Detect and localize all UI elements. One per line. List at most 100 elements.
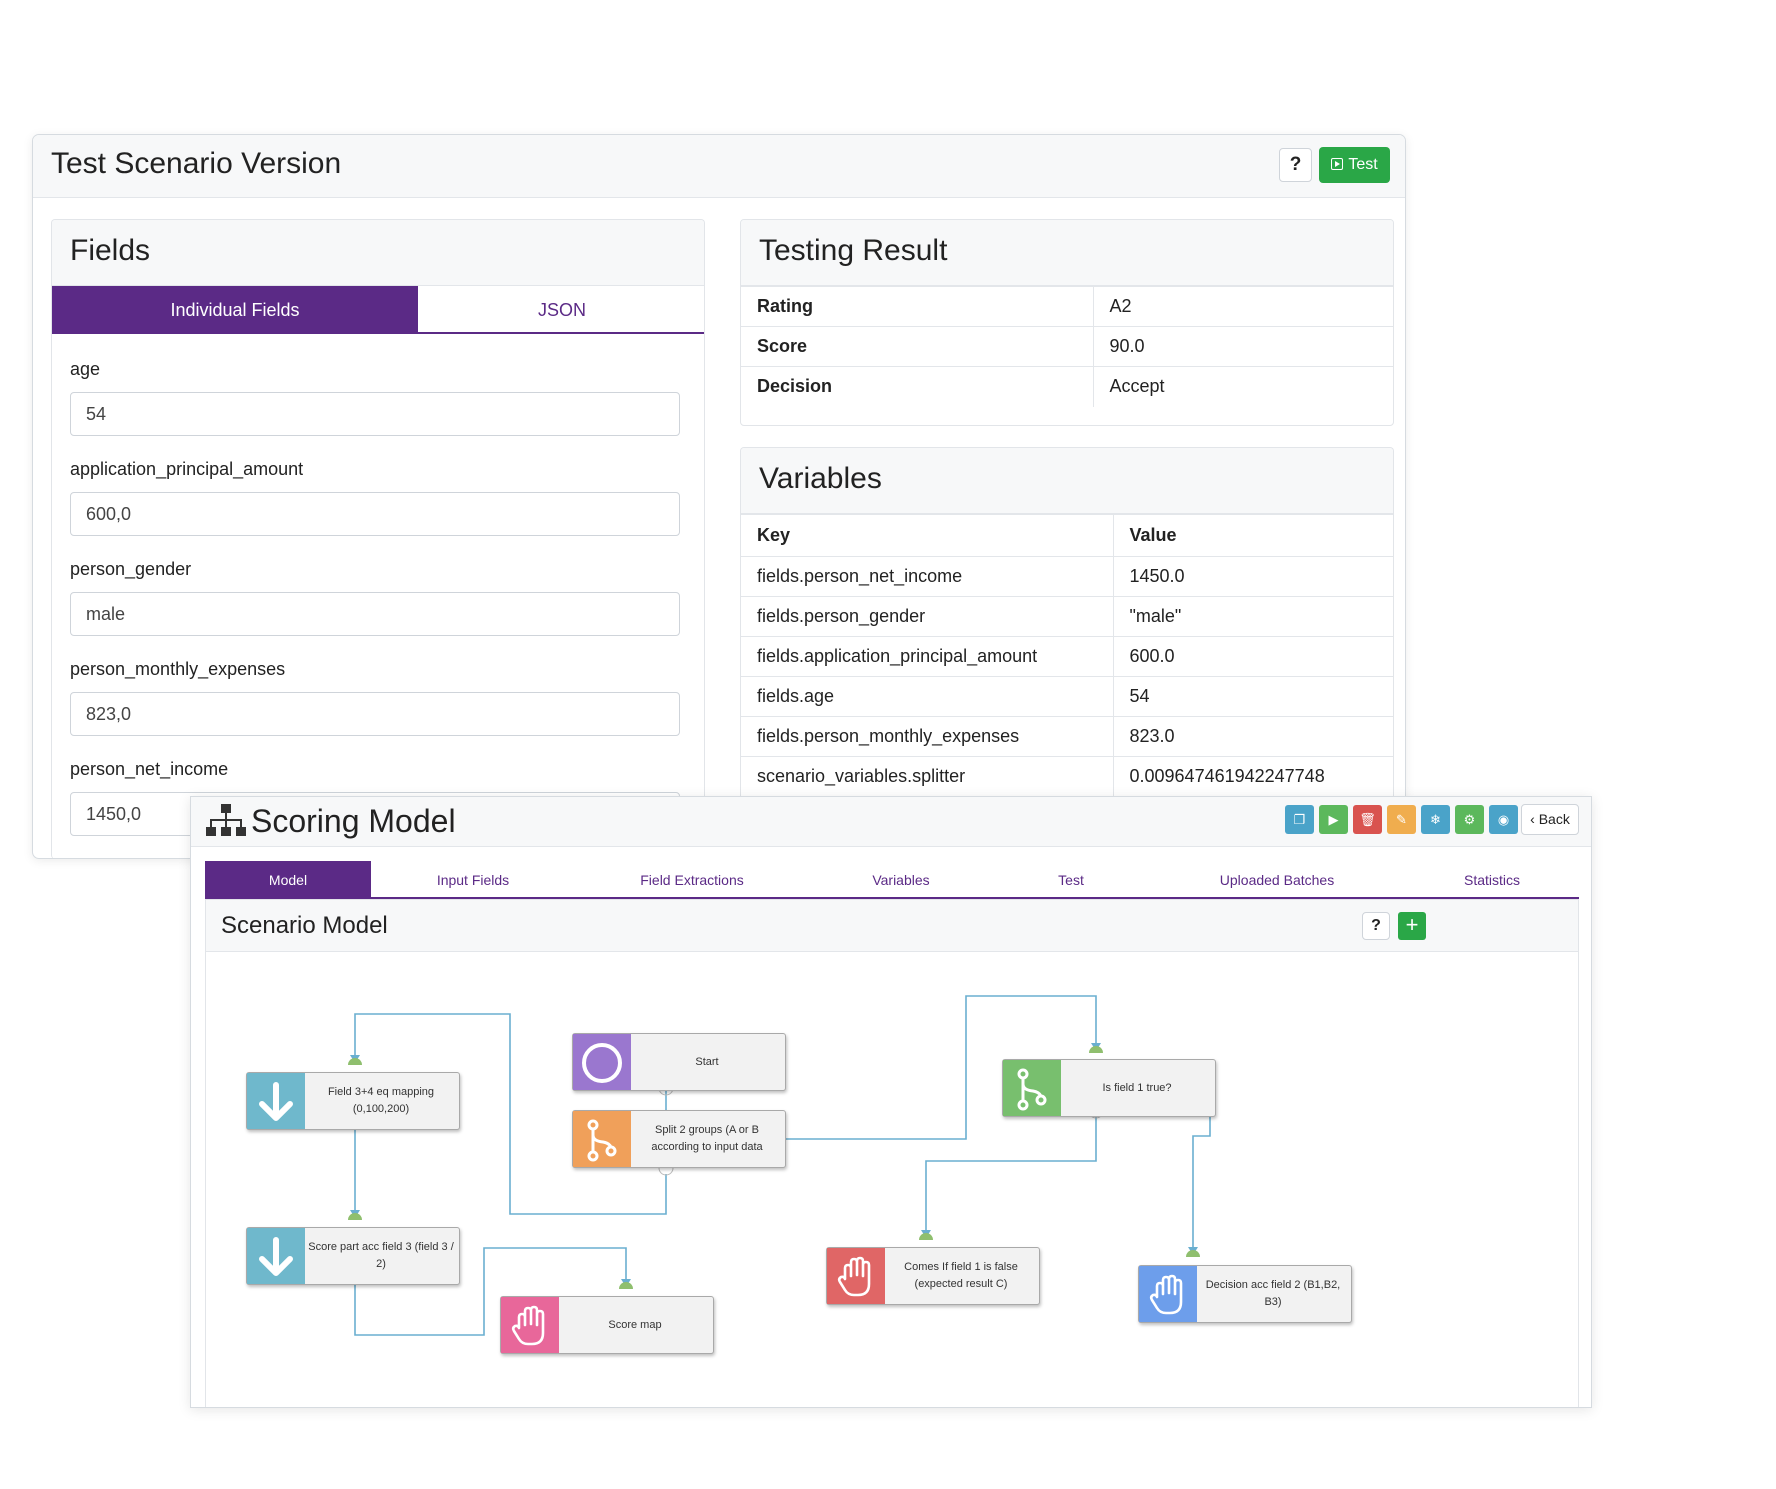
scoring-model-header: Scoring Model ❐ ▶ 🗑︎ ✎ ❄ ⚙ ◉ ‹ Back: [191, 797, 1591, 847]
variable-key: fields.person_gender: [741, 596, 1113, 637]
variable-value: 0.009647461942247748: [1112, 756, 1393, 797]
test-button[interactable]: Test: [1319, 147, 1390, 183]
variable-value: 54: [1112, 676, 1393, 717]
table-row: Score 90.0: [741, 326, 1393, 367]
diagram-node-split[interactable]: Split 2 groups (A or B according to inpu…: [572, 1110, 786, 1168]
tab-variables[interactable]: Variables: [809, 861, 993, 899]
age-input[interactable]: 54: [70, 392, 680, 436]
node-label: Comes If field 1 is false (expected resu…: [904, 1261, 1018, 1290]
arrow-down-icon: [247, 1228, 305, 1284]
field-label-age: age: [70, 359, 101, 379]
help-button[interactable]: ?: [1279, 148, 1312, 182]
result-label: Score: [741, 326, 1093, 367]
add-node-button[interactable]: +: [1398, 912, 1426, 940]
hand-icon: [1139, 1266, 1197, 1322]
diagram-node-isfield1[interactable]: Is field 1 true?: [1002, 1059, 1216, 1117]
column-header-key: Key: [741, 514, 1113, 557]
scoring-model-title: Scoring Model: [251, 803, 456, 839]
tab-statistics[interactable]: Statistics: [1405, 861, 1579, 899]
scenario-model-card: Scenario Model ? + Start Split 2 groups …: [205, 899, 1580, 1407]
variable-key: scenario_variables.splitter: [741, 756, 1113, 797]
snowflake-icon: ❄: [1430, 812, 1441, 827]
application-principal-amount-input[interactable]: 600,0: [70, 492, 680, 536]
table-row: fields.age 54: [741, 676, 1393, 717]
field-label-person-monthly-expenses: person_monthly_expenses: [70, 659, 286, 679]
edit-button[interactable]: ✎: [1387, 805, 1416, 834]
tab-test[interactable]: Test: [993, 861, 1149, 899]
field-label-application-principal-amount: application_principal_amount: [70, 459, 304, 479]
node-label: Score map: [608, 1318, 662, 1331]
variable-value: 823.0: [1112, 716, 1393, 757]
view-button[interactable]: ◉: [1489, 805, 1518, 834]
back-button[interactable]: ‹ Back: [1521, 804, 1579, 835]
branch-icon: [1003, 1060, 1061, 1116]
copy-icon: ❐: [1293, 812, 1306, 827]
tab-uploaded-batches[interactable]: Uploaded Batches: [1149, 861, 1405, 899]
table-row: Rating A2: [741, 286, 1393, 327]
run-button[interactable]: ▶: [1319, 805, 1348, 834]
table-row: fields.application_principal_amount 600.0: [741, 636, 1393, 677]
edge-isfield1-comesfalse: [925, 1111, 1097, 1237]
fields-title: Fields: [70, 234, 151, 267]
node-label: Start: [695, 1055, 719, 1068]
diagram-node-start[interactable]: Start: [572, 1033, 786, 1091]
branch-icon: [573, 1111, 631, 1167]
table-row: fields.person_monthly_expenses 823.0: [741, 716, 1393, 757]
variable-key: fields.person_net_income: [741, 556, 1113, 597]
variables-header: Variables: [741, 448, 1393, 514]
copy-button[interactable]: ❐: [1285, 805, 1314, 834]
tab-json[interactable]: JSON: [418, 286, 704, 334]
diagram-node-field34[interactable]: Field 3+4 eq mapping (0,100,200): [246, 1072, 460, 1130]
page-title: Test Scenario Version: [51, 147, 342, 180]
person-monthly-expenses-input[interactable]: 823,0: [70, 692, 680, 736]
back-label: Back: [1538, 811, 1570, 827]
table-header-row: Key Value: [741, 514, 1393, 557]
field-label-person-gender: person_gender: [70, 559, 192, 579]
tab-model[interactable]: Model: [205, 861, 371, 899]
result-value: 90.0: [1092, 326, 1393, 367]
node-label: Field 3+4 eq mapping (0,100,200): [327, 1086, 435, 1115]
testing-result-table: Rating A2 Score 90.0 Decision Accept: [741, 286, 1393, 407]
table-row: Decision Accept: [741, 366, 1393, 407]
diagram-node-scorepart[interactable]: Score part acc field 3 (field 3 / 2): [246, 1227, 460, 1285]
play-icon: ▶: [1328, 812, 1339, 827]
variables-table: Key Value fields.person_net_income 1450.0…: [741, 514, 1393, 797]
node-label: Split 2 groups (A or B according to inpu…: [651, 1124, 763, 1153]
scoring-model-panel: Scoring Model ❐ ▶ 🗑︎ ✎ ❄ ⚙ ◉ ‹ Back Mode…: [190, 796, 1592, 1408]
model-tabs: Model Input Fields Field Extractions Var…: [205, 861, 1579, 899]
scenario-help-button[interactable]: ?: [1362, 912, 1390, 940]
column-header-value: Value: [1112, 514, 1393, 557]
diagram-node-scoremap[interactable]: Score map: [500, 1296, 714, 1354]
edit-icon: ✎: [1396, 812, 1407, 827]
play-square-icon: [1331, 158, 1344, 170]
variable-value: 1450.0: [1112, 556, 1393, 597]
test-scenario-header: Test Scenario Version ? Test: [33, 135, 1405, 198]
variable-key: fields.age: [741, 676, 1113, 717]
test-button-label: Test: [1348, 156, 1378, 173]
scenario-diagram: Start Split 2 groups (A or B according t…: [206, 952, 1580, 1407]
cog-icon: ⚙: [1463, 812, 1476, 827]
tab-input-fields[interactable]: Input Fields: [371, 861, 575, 899]
settings-button[interactable]: ⚙: [1455, 805, 1484, 834]
trash-icon: 🗑︎: [1359, 812, 1376, 827]
table-row: fields.person_net_income 1450.0: [741, 556, 1393, 597]
freeze-button[interactable]: ❄: [1421, 805, 1450, 834]
result-label: Decision: [741, 366, 1093, 407]
sitemap-icon: [206, 804, 246, 836]
tab-individual-fields[interactable]: Individual Fields: [52, 286, 418, 334]
fields-card-header: Fields: [52, 220, 704, 286]
circle-icon: [573, 1034, 631, 1090]
diagram-node-comesfalse[interactable]: Comes If field 1 is false (expected resu…: [826, 1247, 1040, 1305]
fields-card: Fields Individual Fields JSON age 54 app…: [51, 219, 705, 858]
result-label: Rating: [741, 286, 1093, 327]
node-label: Score part acc field 3 (field 3 / 2): [308, 1241, 454, 1270]
tab-field-extractions[interactable]: Field Extractions: [575, 861, 809, 899]
diagram-node-decision[interactable]: Decision acc field 2 (B1,B2, B3): [1138, 1265, 1352, 1323]
hand-icon: [827, 1248, 885, 1304]
testing-result-title: Testing Result: [759, 234, 948, 267]
person-gender-input[interactable]: male: [70, 592, 680, 636]
diagram-connectors: [347, 995, 1211, 1336]
eye-icon: ◉: [1497, 812, 1510, 827]
delete-button[interactable]: 🗑︎: [1353, 805, 1382, 834]
chevron-left-icon: ‹: [1530, 811, 1539, 827]
